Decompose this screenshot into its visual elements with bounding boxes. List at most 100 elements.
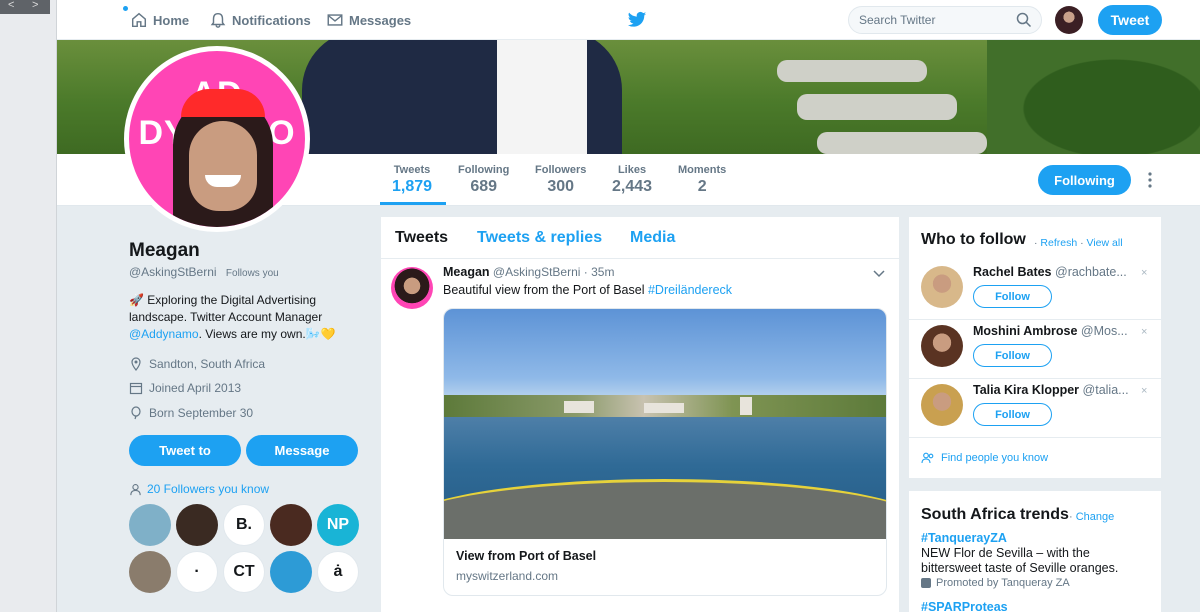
- known-follower-avatar[interactable]: NP: [317, 504, 359, 546]
- card-title: View from Port of Basel: [456, 549, 597, 563]
- message-button[interactable]: Message: [246, 435, 358, 466]
- suggested-user-name-line[interactable]: Rachel Bates @rachbate...: [973, 265, 1143, 279]
- known-follower-avatar[interactable]: B.: [223, 504, 265, 546]
- known-follower-avatar[interactable]: [129, 504, 171, 546]
- change-location-link[interactable]: Change: [1076, 511, 1115, 523]
- profile-handle[interactable]: @AskingStBerni: [129, 265, 217, 279]
- stat-value: 300: [547, 178, 575, 195]
- promoted-by-text: Promoted by Tanqueray ZA: [936, 577, 1070, 589]
- bell-icon: [210, 12, 226, 28]
- nav-notifications[interactable]: Notifications: [209, 11, 311, 29]
- chevron-down-icon[interactable]: [873, 269, 885, 279]
- known-follower-glyph: NP: [326, 516, 350, 533]
- known-follower-avatar[interactable]: ·: [176, 551, 218, 593]
- tweet-author-handle[interactable]: @AskingStBerni: [493, 265, 581, 279]
- card-image-building: [644, 403, 684, 413]
- known-follower-avatar[interactable]: [176, 504, 218, 546]
- known-follower-avatar[interactable]: [129, 551, 171, 593]
- dismiss-icon[interactable]: ×: [1141, 267, 1147, 279]
- stat-tweets[interactable]: Tweets 1,879: [392, 164, 432, 196]
- banner-bush: [987, 40, 1200, 154]
- dismiss-icon[interactable]: ×: [1141, 385, 1147, 397]
- tweet-hashtag-link[interactable]: #Dreiländereck: [648, 283, 732, 297]
- followers-you-know-text: 20 Followers you know: [147, 482, 270, 496]
- suggested-user-avatar[interactable]: [921, 384, 963, 426]
- tweet-timestamp[interactable]: · 35m: [584, 265, 615, 279]
- known-followers-grid: B. NP · CT ȧ: [129, 504, 364, 593]
- home-icon: [131, 12, 147, 28]
- known-follower-avatar[interactable]: [270, 504, 312, 546]
- nav-messages[interactable]: Messages: [326, 11, 411, 29]
- stat-following[interactable]: Following 689: [458, 164, 509, 196]
- trend-item[interactable]: #TanquerayZA: [921, 531, 1007, 545]
- tweet-author-avatar[interactable]: [391, 267, 433, 309]
- envelope-icon: [327, 14, 343, 26]
- search-icon[interactable]: [1016, 12, 1032, 28]
- tab-media[interactable]: Media: [630, 229, 675, 247]
- people-icon: [921, 452, 934, 464]
- following-button[interactable]: Following: [1038, 165, 1131, 195]
- promoted-label: Promoted by Tanqueray ZA: [921, 577, 1070, 589]
- suggested-user: Rachel Bates @rachbate... × Follow: [909, 261, 1163, 320]
- find-people-link[interactable]: Find people you know: [921, 452, 1048, 464]
- bio-mention-link[interactable]: @Addynamo: [129, 327, 199, 341]
- known-follower-glyph: ·: [194, 563, 200, 580]
- refresh-link[interactable]: Refresh: [1040, 237, 1077, 249]
- link-preview-card[interactable]: View from Port of Basel myswitzerland.co…: [443, 308, 887, 596]
- card-image-building: [740, 397, 752, 415]
- tweet-text: Beautiful view from the Port of Basel #D…: [443, 283, 732, 297]
- bio-text-end: . Views are my own.🌬️💛: [198, 327, 336, 341]
- suggested-user-name: Moshini Ambrose: [973, 324, 1078, 338]
- known-follower-avatar[interactable]: CT: [223, 551, 265, 593]
- follow-button[interactable]: Follow: [973, 403, 1052, 426]
- dismiss-icon[interactable]: ×: [1141, 326, 1147, 338]
- twitter-app: Home Notifications Messages Tweet Tweets…: [57, 0, 1200, 612]
- tweet-body: Beautiful view from the Port of Basel: [443, 283, 648, 297]
- timeline-panel: Tweets Tweets & replies Media Meagan @As…: [380, 216, 900, 612]
- more-options-icon[interactable]: [1145, 170, 1155, 190]
- suggested-user-name-line[interactable]: Moshini Ambrose @Mos...: [973, 324, 1143, 338]
- browser-left-strip: < >: [0, 0, 57, 612]
- known-follower-avatar[interactable]: ȧ: [317, 551, 359, 593]
- stat-moments[interactable]: Moments 2: [678, 164, 726, 196]
- nav-home[interactable]: Home: [130, 11, 189, 29]
- stat-label: Moments: [678, 164, 727, 176]
- active-stat-underline: [380, 202, 446, 205]
- suggested-user-name-line[interactable]: Talia Kira Klopper @talia...: [973, 383, 1143, 397]
- tweet-to-button[interactable]: Tweet to: [129, 435, 241, 466]
- tweet-author-name[interactable]: Meagan: [443, 265, 490, 279]
- compose-tweet-button[interactable]: Tweet: [1098, 5, 1162, 35]
- stat-value: 1,879: [392, 178, 433, 195]
- known-follower-avatar[interactable]: [270, 551, 312, 593]
- follow-button[interactable]: Follow: [973, 285, 1052, 308]
- suggested-user-avatar[interactable]: [921, 325, 963, 367]
- find-people-text: Find people you know: [941, 452, 1049, 464]
- links-separator: ·: [1034, 237, 1038, 249]
- view-all-link[interactable]: View all: [1087, 237, 1123, 249]
- card-image-basel-harbor: [444, 309, 886, 539]
- suggested-user-avatar[interactable]: [921, 266, 963, 308]
- twitter-bird-icon[interactable]: [627, 11, 647, 29]
- trend-item[interactable]: #SPARProteas: [921, 600, 1008, 612]
- search-input[interactable]: [848, 6, 1042, 34]
- browser-back-control[interactable]: < >: [0, 0, 50, 14]
- tab-tweets[interactable]: Tweets: [395, 229, 448, 247]
- banner-stepping-stone: [817, 132, 987, 154]
- followers-you-know-link[interactable]: 20 Followers you know: [129, 482, 269, 496]
- timeline-tabs: Tweets Tweets & replies Media: [381, 217, 899, 259]
- balloon-icon: [131, 406, 141, 420]
- follow-button[interactable]: Follow: [973, 344, 1052, 367]
- profile-birthday: Born September 30: [129, 406, 253, 420]
- who-to-follow-links: · Refresh · View all: [1034, 237, 1123, 249]
- tab-tweets-replies[interactable]: Tweets & replies: [477, 229, 602, 247]
- profile-joined: Joined April 2013: [129, 381, 241, 395]
- new-activity-dot: [123, 6, 128, 11]
- banner-person-shirt: [497, 40, 587, 154]
- trends-title: South Africa trends: [921, 506, 1069, 523]
- nav-notifications-label: Notifications: [232, 12, 311, 28]
- profile-avatar[interactable]: AD DYNAMO: [124, 46, 310, 232]
- nav-messages-label: Messages: [349, 12, 412, 28]
- stat-followers[interactable]: Followers 300: [535, 164, 586, 196]
- stat-likes[interactable]: Likes 2,443: [612, 164, 652, 196]
- account-avatar[interactable]: [1055, 6, 1083, 34]
